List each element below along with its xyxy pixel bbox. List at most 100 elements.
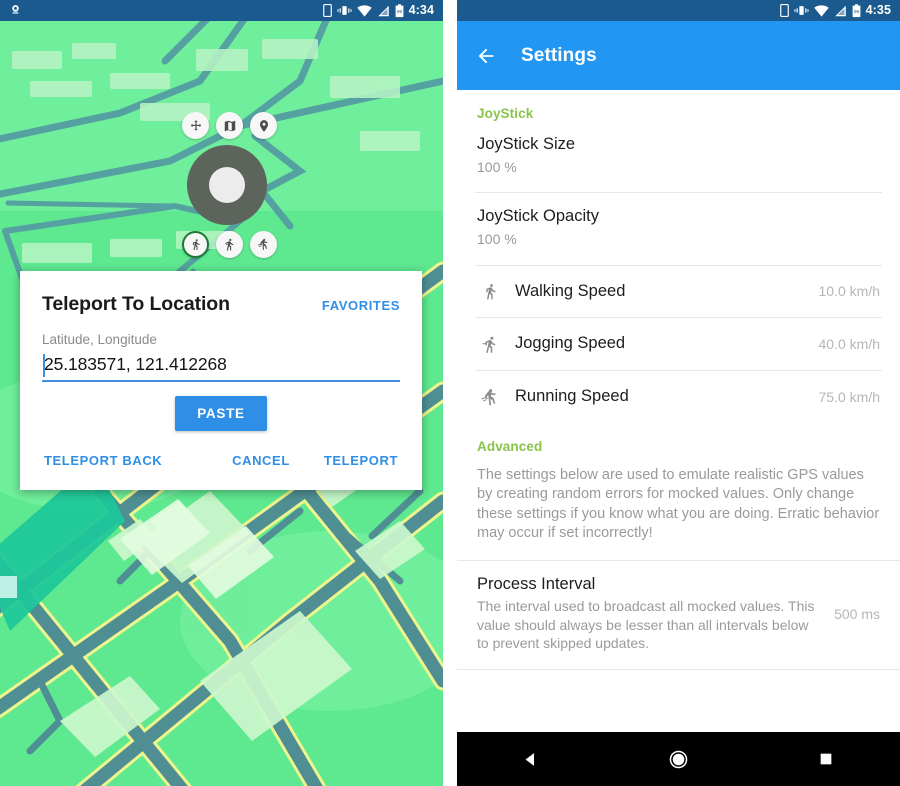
movement-mode-buttons [182, 231, 277, 258]
wifi-icon [813, 4, 829, 17]
section-header-joystick: JoyStick [477, 106, 534, 121]
dialog-action-row: TELEPORT BACK CANCEL TELEPORT [20, 431, 422, 490]
joystick-control[interactable] [187, 145, 267, 225]
pref-icon [477, 282, 503, 301]
pref-jogging-speed[interactable]: Jogging Speed 40.0 km/h [457, 318, 900, 370]
pref-title: Running Speed [515, 387, 629, 406]
vibrate-icon [794, 6, 809, 15]
sim-card-icon [779, 4, 789, 17]
walking-mode-button[interactable] [182, 231, 209, 258]
nav-back-button[interactable] [491, 739, 571, 779]
page-title: Settings [521, 44, 597, 66]
triangle-back-icon [525, 752, 535, 766]
pref-title: Jogging Speed [515, 334, 626, 353]
settings-app-bar: Settings [457, 21, 900, 90]
pref-title: Walking Speed [515, 281, 626, 300]
circle-home-icon [669, 750, 688, 768]
pref-value: 75.0 km/h [818, 389, 880, 406]
left-system-icons: 99 4:34 [322, 3, 443, 18]
paste-button[interactable]: PASTE [175, 396, 267, 431]
latlng-field-label: Latitude, Longitude [42, 332, 157, 347]
running-icon [257, 238, 267, 250]
pref-value: 10.0 km/h [818, 283, 880, 300]
settings-list[interactable]: JoyStick JoyStick Size 100 % JoyStick Op… [457, 90, 900, 732]
pref-summary: 100 % [477, 158, 517, 175]
cancel-button[interactable]: CANCEL [226, 449, 296, 472]
status-bar-clock: 4:34 [408, 3, 434, 18]
section-header-advanced: Advanced [477, 438, 543, 454]
location-pin-button[interactable] [250, 112, 277, 139]
nav-home-button[interactable] [638, 739, 718, 779]
right-phone-screenshot: 99 4:35 Settings JoyStick JoyStick Size … [457, 0, 900, 786]
battery-level-text: 99 [396, 8, 402, 14]
location-pin-icon [12, 5, 19, 14]
pref-walking-speed[interactable]: Walking Speed 10.0 km/h [457, 266, 900, 318]
jogging-mode-button[interactable] [216, 231, 243, 258]
right-status-bar: 99 4:35 [457, 0, 900, 21]
pref-joystick-opacity[interactable]: JoyStick Opacity 100 % [457, 193, 900, 264]
pref-text: Running Speed [515, 387, 805, 407]
pref-text: JoyStick Opacity 100 % [477, 207, 880, 248]
map-control-buttons [182, 112, 277, 139]
pref-text: Jogging Speed [515, 334, 805, 354]
square-recents-icon [820, 753, 832, 765]
right-system-icons: 99 4:35 [779, 3, 900, 18]
battery-level-text: 99 [853, 8, 859, 14]
joystick-knob[interactable] [209, 167, 245, 203]
pref-title: Process Interval [477, 574, 596, 593]
pref-title: JoyStick Opacity [477, 207, 599, 226]
pref-title: JoyStick Size [477, 135, 576, 153]
teleport-button[interactable]: TELEPORT [318, 449, 404, 472]
list-divider [457, 668, 900, 670]
jogging-icon [225, 238, 234, 251]
running-icon [480, 388, 496, 405]
paste-row: PASTE [20, 382, 422, 431]
status-bar-clock: 4:35 [865, 3, 891, 18]
sim-card-icon [322, 4, 332, 17]
favorites-button[interactable]: FAVORITES [322, 298, 400, 313]
map-icon [224, 120, 235, 131]
wifi-icon [356, 4, 372, 17]
move-joystick-button[interactable] [182, 112, 209, 139]
dual-screenshot-root: Teleport To Location FAVORITES Latitude,… [0, 0, 900, 786]
walking-icon [192, 239, 199, 250]
nav-recents-button[interactable] [786, 739, 866, 779]
pref-value: 500 ms [834, 605, 880, 622]
signal-icon [377, 5, 389, 16]
left-phone-screenshot: Teleport To Location FAVORITES Latitude,… [0, 0, 443, 786]
advanced-description: The settings below are used to emulate r… [477, 466, 880, 542]
latlng-input[interactable] [42, 354, 402, 377]
android-navigation-bar [457, 732, 900, 786]
pref-running-speed[interactable]: Running Speed 75.0 km/h [457, 371, 900, 423]
pref-icon [477, 335, 503, 354]
battery-icon: 99 [852, 3, 860, 17]
pref-summary: The interval used to broadcast all mocke… [477, 598, 815, 652]
jogging-icon [482, 336, 496, 353]
left-status-bar: 99 4:34 [0, 0, 443, 21]
pref-process-interval[interactable]: Process Interval The interval used to br… [457, 561, 900, 669]
screenshot-separator [443, 0, 457, 786]
latlng-field-wrapper [42, 354, 402, 382]
dialog-header: Teleport To Location FAVORITES [20, 271, 422, 316]
move-joystick-icon [190, 119, 201, 131]
dialog-title: Teleport To Location [42, 293, 230, 315]
pref-icon [477, 388, 503, 407]
pref-text: Walking Speed [515, 282, 805, 302]
signal-icon [834, 5, 846, 16]
pref-joystick-size[interactable]: JoyStick Size 100 % [457, 121, 900, 192]
location-pin-icon [259, 119, 268, 132]
back-arrow-icon[interactable] [475, 45, 497, 67]
notification-icons [0, 4, 22, 17]
running-mode-button[interactable] [250, 231, 277, 258]
pref-summary: 100 % [477, 231, 517, 248]
battery-icon: 99 [395, 3, 403, 17]
vibrate-icon [337, 6, 352, 15]
pref-text: Process Interval The interval used to br… [477, 575, 820, 653]
pref-value: 40.0 km/h [818, 336, 880, 353]
teleport-back-button[interactable]: TELEPORT BACK [38, 449, 168, 472]
teleport-dialog: Teleport To Location FAVORITES Latitude,… [20, 271, 422, 490]
pref-text: JoyStick Size 100 % [477, 135, 880, 176]
map-button[interactable] [216, 112, 243, 139]
walking-icon [485, 283, 495, 300]
text-cursor [43, 354, 45, 377]
